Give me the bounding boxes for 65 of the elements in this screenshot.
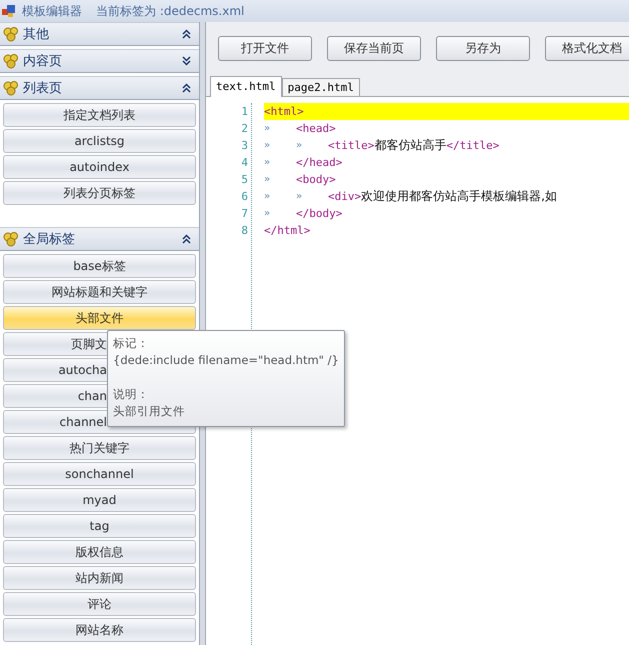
tag-item[interactable]: 头部文件 bbox=[3, 306, 196, 330]
html-tag: </head> bbox=[296, 156, 342, 169]
clover-icon bbox=[3, 54, 20, 68]
tag-item[interactable]: 网站标题和关键字 bbox=[3, 280, 196, 304]
clover-icon bbox=[3, 80, 20, 96]
tab-marker: » bbox=[296, 191, 304, 202]
clover-icon bbox=[3, 232, 20, 246]
html-tag: </html> bbox=[264, 224, 310, 237]
file-tab[interactable]: text.html bbox=[210, 76, 282, 97]
tag-item[interactable]: tag bbox=[3, 514, 196, 538]
html-tag: </body> bbox=[296, 207, 342, 220]
double-chevron-down-icon[interactable] bbox=[182, 56, 191, 66]
tab-marker: » bbox=[264, 123, 272, 134]
tab-marker: » bbox=[296, 140, 304, 151]
group-header[interactable]: 全局标签 bbox=[0, 227, 199, 251]
tag-item[interactable]: 评论 bbox=[3, 592, 196, 616]
tab-marker: » bbox=[264, 208, 272, 219]
tag-item[interactable]: 列表分页标签 bbox=[3, 181, 196, 205]
window-subtitle: 当前标签为 :dedecms.xml bbox=[96, 2, 244, 20]
html-tag: <div> bbox=[328, 190, 362, 203]
file-tab[interactable]: page2.html bbox=[282, 78, 360, 96]
app-icon bbox=[2, 4, 16, 18]
line-number: 8 bbox=[241, 223, 248, 239]
tag-item[interactable]: 网站名称 bbox=[3, 618, 196, 642]
tab-marker: » bbox=[264, 140, 272, 151]
html-tag: <head> bbox=[296, 122, 336, 135]
double-chevron-up-icon[interactable] bbox=[182, 234, 191, 244]
line-number: 6 bbox=[241, 189, 248, 205]
line-number: 7 bbox=[241, 206, 248, 222]
tag-item[interactable]: base标签 bbox=[3, 254, 196, 278]
code-text: 欢迎使用都客仿站高手模板编辑器,如 bbox=[361, 188, 557, 205]
clover-icon bbox=[3, 26, 20, 42]
tag-item[interactable]: sonchannel bbox=[3, 462, 196, 486]
line-number: 4 bbox=[241, 155, 248, 171]
tag-item[interactable]: 指定文档列表 bbox=[3, 103, 196, 127]
tooltip-text: 标记： bbox=[113, 335, 150, 352]
tag-item[interactable]: autoindex bbox=[3, 155, 196, 179]
group-header[interactable]: 内容页 bbox=[0, 49, 199, 73]
tab-marker: » bbox=[264, 157, 272, 168]
html-tag: </title> bbox=[446, 139, 500, 152]
window-title: 模板编辑器 bbox=[22, 2, 82, 20]
double-chevron-up-icon[interactable] bbox=[182, 83, 191, 93]
code-text: 都客仿站高手 bbox=[374, 137, 446, 154]
tab-marker: » bbox=[264, 174, 272, 185]
tooltip-text: 说明： bbox=[113, 386, 150, 403]
tag-item[interactable]: 版权信息 bbox=[3, 540, 196, 564]
tag-item[interactable]: myad bbox=[3, 488, 196, 512]
tag-item[interactable]: 站内新闻 bbox=[3, 566, 196, 590]
line-number: 2 bbox=[241, 121, 248, 137]
html-tag: <html> bbox=[264, 105, 304, 118]
toolbar-button[interactable]: 保存当前页 bbox=[327, 36, 421, 61]
tag-item[interactable]: 热门关键字 bbox=[3, 436, 196, 460]
group-header[interactable]: 列表页 bbox=[0, 76, 199, 100]
toolbar-button[interactable]: 另存为 bbox=[436, 36, 530, 61]
tag-item[interactable]: arclistsg bbox=[3, 129, 196, 153]
line-number: 1 bbox=[241, 104, 248, 120]
html-tag: <body> bbox=[296, 173, 336, 186]
html-tag: <title> bbox=[328, 139, 374, 152]
toolbar-button[interactable]: 格式化文档 bbox=[545, 36, 629, 61]
toolbar-button[interactable]: 打开文件 bbox=[218, 36, 312, 61]
double-chevron-up-icon[interactable] bbox=[182, 29, 191, 39]
tab-marker: » bbox=[264, 191, 272, 202]
line-number: 5 bbox=[241, 172, 248, 188]
line-number: 3 bbox=[241, 138, 248, 154]
group-header[interactable]: 其他 bbox=[0, 22, 199, 46]
